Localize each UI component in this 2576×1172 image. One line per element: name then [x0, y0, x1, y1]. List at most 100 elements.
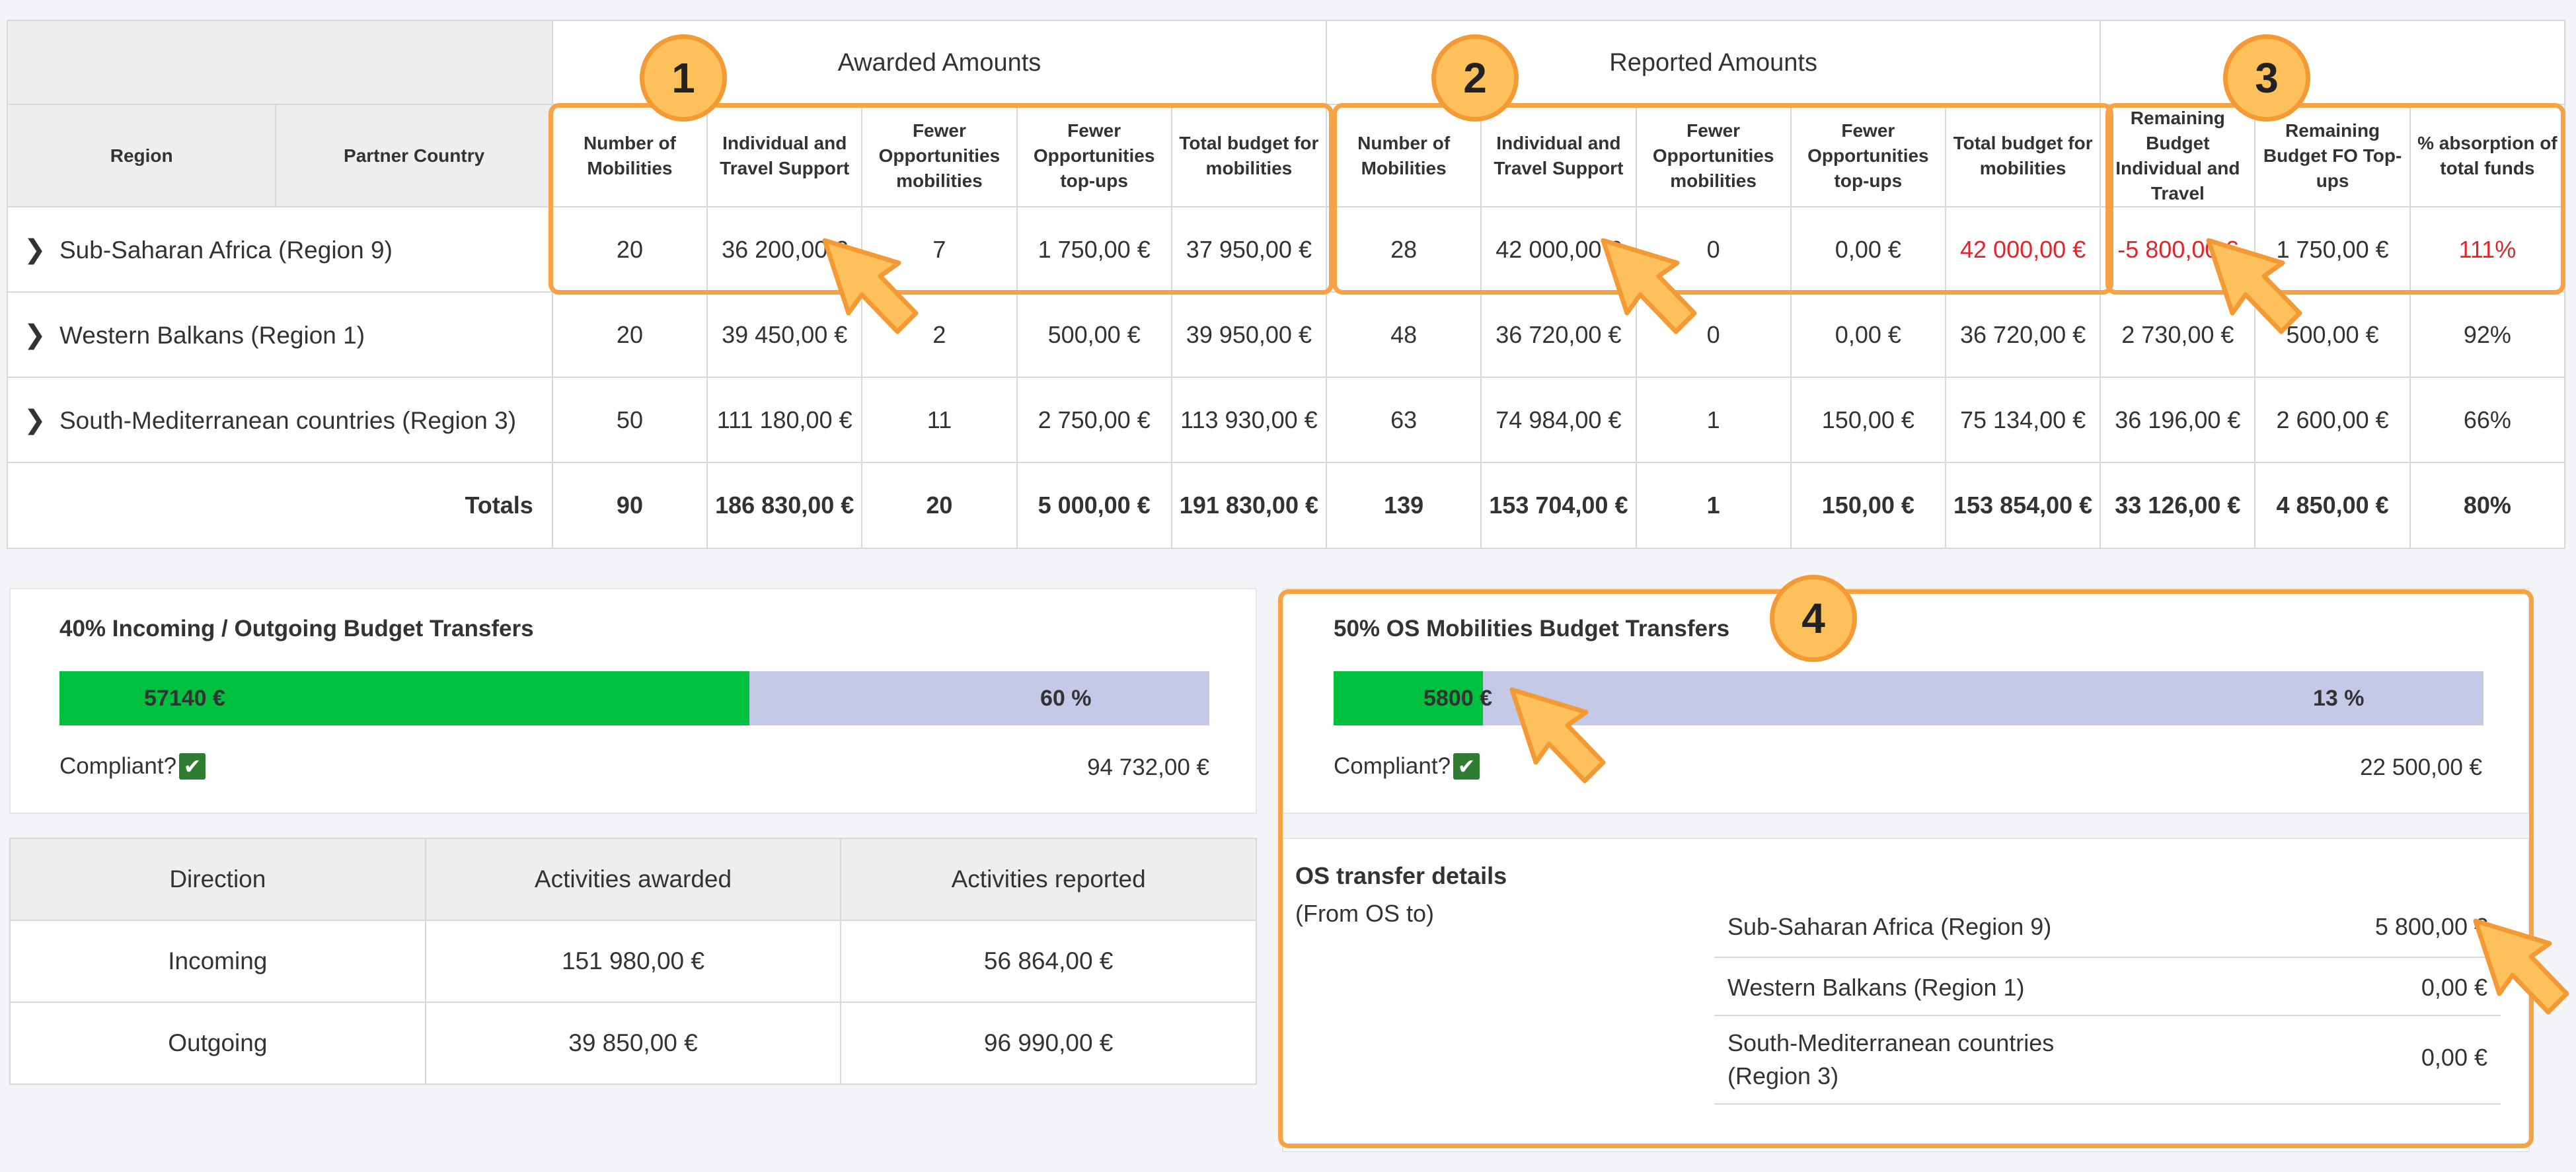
cell-rp-fo-top: 150,00 € [1790, 377, 1946, 463]
cell-rp-fo-top: 0,00 € [1790, 206, 1946, 293]
total-rem-fo: 4 850,00 € [2254, 462, 2411, 549]
cell-rp-num: 63 [1326, 377, 1482, 463]
total-rp-num: 139 [1326, 462, 1482, 549]
totals-row: Totals 90 186 830,00 € 20 5 000,00 € 191… [7, 462, 2566, 549]
transfer-40-fill-label: 57140 € [144, 686, 225, 711]
col-header-rp-fo-mob: Fewer Opportunities mobilities [1635, 104, 1792, 207]
cell-awarded: 39 850,00 € [424, 1002, 842, 1085]
col-header-region: Region [6, 104, 277, 207]
transfer-50-title: 50% OS Mobilities Budget Transfers [1334, 616, 1730, 641]
chevron-right-icon[interactable]: ❯ [24, 235, 59, 265]
checkbox-checked-icon[interactable]: ✔ [1453, 753, 1480, 780]
cell-rem-ind: 36 196,00 € [2100, 377, 2256, 463]
transfer-50-panel: 50% OS Mobilities Budget Transfers 5800 … [1282, 588, 2530, 814]
cell-aw-total: 37 950,00 € [1170, 206, 1328, 293]
transfer-40-progress-bar: 57140 € 60 % [59, 671, 1209, 725]
transfer-40-amount: 94 732,00 € [1087, 754, 1209, 780]
region-cell[interactable]: ❯ South-Mediterranean countries (Region 3… [7, 377, 553, 463]
os-region-name: South-Mediterranean countries (Region 3) [1727, 1029, 2055, 1089]
cell-awarded: 151 980,00 € [424, 920, 842, 1003]
cell-rp-total: 75 134,00 € [1944, 377, 2102, 463]
list-item: Western Balkans (Region 1) 0,00 € [1714, 958, 2501, 1016]
compliant-label: Compliant? [1334, 753, 1451, 779]
cell-aw-fo-mob: 11 [861, 377, 1018, 463]
pointer-arrow-icon [2473, 918, 2569, 1015]
transfer-40-percent-label: 60 % [1040, 686, 1092, 711]
list-item: Sub-Saharan Africa (Region 9) 5 800,00 € [1714, 910, 2501, 958]
col-header-rem-ind: Remaining Budget Individual and Travel [2100, 104, 2256, 207]
cell-direction: Outgoing [9, 1002, 426, 1085]
total-rp-ind: 153 704,00 € [1480, 462, 1637, 549]
cell-aw-num: 20 [551, 206, 708, 293]
step-badge-4: 4 [1770, 575, 1857, 662]
cell-rem-fo: 2 600,00 € [2254, 377, 2411, 463]
transfer-50-percent-label: 13 % [2313, 686, 2365, 711]
step-badge-2: 2 [1431, 34, 1519, 122]
os-details-title: OS transfer details [1295, 862, 1507, 889]
chevron-right-icon[interactable]: ❯ [24, 320, 59, 350]
transfer-50-progress-bar: 5800 € 13 % [1334, 671, 2483, 725]
header-blank [7, 20, 553, 105]
table-row[interactable]: ❯ Western Balkans (Region 1) 20 39 450,00… [7, 291, 2566, 378]
total-aw-fo-mob: 20 [861, 462, 1018, 549]
direction-table: Direction Activities awarded Activities … [9, 838, 1257, 1085]
mobility-budget-table: Awarded Amounts Reported Amounts Region … [6, 20, 2566, 549]
cell-aw-total: 39 950,00 € [1170, 291, 1328, 378]
col-header-rp-num: Number of Mobilities [1326, 104, 1482, 207]
total-rp-fo-mob: 1 [1635, 462, 1792, 549]
transfer-40-compliant: Compliant? ✔ [59, 753, 206, 780]
region-cell[interactable]: ❯ Sub-Saharan Africa (Region 9) [7, 206, 553, 293]
table-row: Incoming 151 980,00 € 56 864,00 € [9, 920, 1257, 1003]
totals-label: Totals [7, 462, 553, 549]
region-cell[interactable]: ❯ Western Balkans (Region 1) [7, 291, 553, 378]
transfer-50-compliant: Compliant? ✔ [1334, 753, 1480, 780]
pointer-arrow-icon [822, 238, 919, 334]
total-aw-fo-top: 5 000,00 € [1016, 462, 1172, 549]
cell-absorption: 66% [2409, 377, 2566, 463]
os-region-value: 0,00 € [2421, 1044, 2487, 1071]
transfer-40-panel: 40% Incoming / Outgoing Budget Transfers… [9, 588, 1257, 814]
os-region-name: Western Balkans (Region 1) [1727, 974, 2025, 1001]
cell-aw-fo-top: 2 750,00 € [1016, 377, 1172, 463]
col-header-activities-awarded: Activities awarded [424, 838, 842, 921]
cell-absorption: 92% [2409, 291, 2566, 378]
cell-aw-fo-top: 500,00 € [1016, 291, 1172, 378]
col-header-aw-ind: Individual and Travel Support [706, 104, 863, 207]
col-header-activities-reported: Activities reported [840, 838, 1257, 921]
cell-rp-num: 48 [1326, 291, 1482, 378]
checkbox-checked-icon[interactable]: ✔ [179, 753, 206, 780]
region-name: Western Balkans (Region 1) [59, 321, 365, 349]
total-absorption: 80% [2409, 462, 2566, 549]
cell-direction: Incoming [9, 920, 426, 1003]
total-aw-ind: 186 830,00 € [706, 462, 863, 549]
col-header-rp-total: Total budget for mobilities [1944, 104, 2102, 207]
cell-rp-num: 28 [1326, 206, 1482, 293]
col-header-direction: Direction [9, 838, 426, 921]
total-rp-fo-top: 150,00 € [1790, 462, 1946, 549]
total-aw-num: 90 [551, 462, 708, 549]
col-header-aw-fo-top: Fewer Opportunities top-ups [1016, 104, 1172, 207]
step-badge-1: 1 [640, 34, 727, 122]
table-row[interactable]: ❯ South-Mediterranean countries (Region 3… [7, 377, 2566, 463]
transfer-50-fill-label: 5800 € [1423, 686, 1492, 711]
cell-reported: 96 990,00 € [840, 1002, 1257, 1085]
os-details-subtitle: (From OS to) [1295, 900, 1435, 927]
table-row[interactable]: ❯ Sub-Saharan Africa (Region 9) 20 36 200… [7, 206, 2566, 293]
table-row: Outgoing 39 850,00 € 96 990,00 € [9, 1002, 1257, 1085]
col-header-aw-total: Total budget for mobilities [1170, 104, 1328, 207]
cell-rp-total: 42 000,00 € [1944, 206, 2102, 293]
cell-aw-ind: 111 180,00 € [706, 377, 863, 463]
region-name: Sub-Saharan Africa (Region 9) [59, 236, 393, 264]
list-item: South-Mediterranean countries (Region 3)… [1714, 1016, 2501, 1105]
cell-aw-num: 50 [551, 377, 708, 463]
cell-rp-total: 36 720,00 € [1944, 291, 2102, 378]
group-header-remaining [2100, 20, 2565, 105]
col-header-absorption: % absorption of total funds [2409, 104, 2566, 207]
transfer-40-title: 40% Incoming / Outgoing Budget Transfers [59, 616, 534, 641]
col-header-rp-fo-top: Fewer Opportunities top-ups [1790, 104, 1946, 207]
cell-aw-total: 113 930,00 € [1170, 377, 1328, 463]
chevron-right-icon[interactable]: ❯ [24, 405, 59, 435]
cell-aw-fo-top: 1 750,00 € [1016, 206, 1172, 293]
pointer-arrow-icon [1509, 687, 1606, 784]
col-header-rp-ind: Individual and Travel Support [1480, 104, 1637, 207]
